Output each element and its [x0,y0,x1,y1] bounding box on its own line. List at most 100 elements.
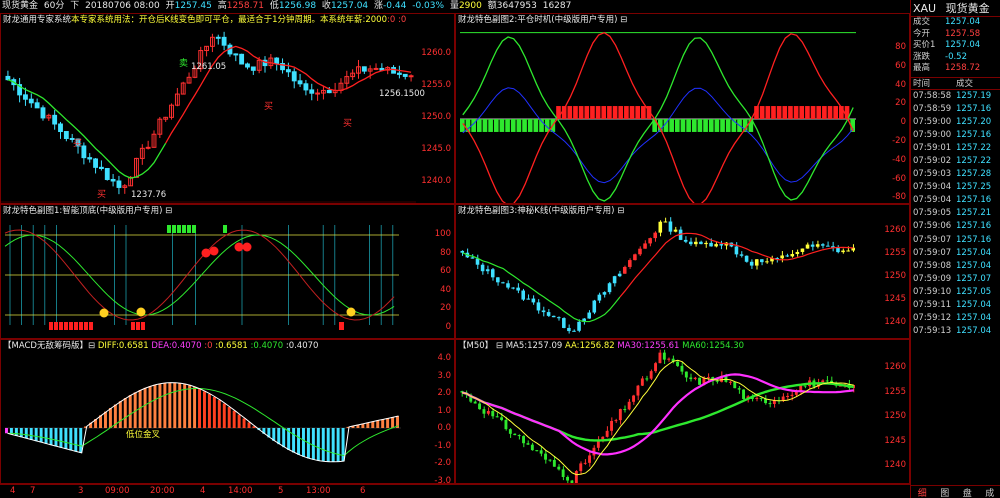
collapse-icon[interactable]: ⊟ [620,15,627,25]
signal-bar-red [601,106,607,119]
signal-bar-red [827,106,833,119]
candle-body [486,411,490,414]
tick-price: 1257.16 [956,234,992,245]
low-value: 1256.98 [278,1,317,11]
macd-panel[interactable]: 【MACD无敌筹码版】⊟ DIFF:0.6581 DEA:0.4070 :0 :… [0,339,455,484]
candle-body [699,241,703,245]
tick-price: 1257.04 [956,247,992,258]
candle-body [215,36,221,39]
tick-time: 07:59:04 [913,195,952,206]
bottom-signal-bar [49,322,53,330]
macd-extra-1: :0 [204,341,213,351]
candle-body [546,312,551,316]
signal-bar-red [776,106,782,119]
expert-system-rule: 本专家系统用法：开仓后K线变色即可平仓，最适合于1分钟周期。本系统年薪:2000 [71,15,387,25]
tick-price: 1257.04 [956,326,992,337]
candle-body [460,250,465,253]
quote-label: 今开 [913,28,931,39]
y-tick-label: 1260 [884,362,906,372]
macd-histogram-bar [24,428,28,439]
candle-body [544,453,547,460]
candle-body [556,317,561,319]
main-candlestick-panel[interactable]: 财龙通用专家系统本专家系统用法：开仓后K线变色即可平仓，最适合于1分钟周期。本系… [0,13,455,204]
x-tick-label: 13:00 [306,486,331,496]
candle-body [513,433,517,436]
volume-value: 2900 [458,1,482,11]
macd-histogram-bar [19,428,23,438]
macd-histogram-bar [336,428,340,462]
bottom-signal-bar [131,322,135,330]
signal-bar-red [635,106,641,119]
y-tick-label: 80 [895,42,906,52]
bottom-signal-bar [64,322,68,330]
candle-body [562,318,566,328]
collapse-icon[interactable]: ⊟ [165,206,172,216]
candle-body [490,269,495,278]
signal-bar-red [641,106,646,119]
candle-body [649,371,653,379]
candle-body [737,388,741,390]
candle-body [579,463,583,472]
quote-panel: XAU 现货黄金 成交 1257.04 今开 1257.58 买价1 1257.04 涨跌 -… [910,0,1000,498]
signal-bar-green [533,119,539,132]
y-tick-label: 1245 [884,294,906,304]
high-value: 1258.71 [226,1,264,11]
y-tick-label: 1240 [884,317,906,327]
ma-title-text: 【M50】 [458,341,494,351]
sell-signal: 卖 [179,58,188,69]
candle-body [297,80,303,85]
quote-header: XAU 现货黄金 [911,0,1000,17]
candle-body [663,221,668,223]
mystery-kline-panel[interactable]: 财龙特色副图3:神秘K线(中级版用户专用) ⊟ 1260 1255 1250 1245… [455,204,910,339]
x-tick-label: 14:00 [228,486,253,496]
candle-body [704,242,708,245]
smart-top-bottom-panel[interactable]: 财龙特色副图1:智能顶底(中级版用户专用) ⊟ 100 80 60 40 20 0 [0,204,455,339]
quote-tab[interactable]: 图 [940,486,949,498]
tick-time: 07:59:06 [913,221,952,232]
tick-row: 07:59:06 1257.16 [911,220,1000,233]
candle-body [506,283,510,288]
candle-body [841,250,845,253]
candle-body [627,401,631,410]
signal-bar-green [714,119,720,132]
signal-bar-red [799,106,805,119]
exit-timing-panel[interactable]: 财龙特色副图2:平仓时机(中级版用户专用) ⊟ 80 60 40 20 0 -20 -40 -… [455,13,910,204]
tick-list[interactable]: 07:58:58 1257.19 07:58:59 1257.16 07:59:00 12… [911,90,1000,339]
candle-body [588,455,591,463]
macd-extra-2: :0.6581 [215,341,248,351]
low-label: 低 [269,1,279,11]
quote-tab[interactable]: 细 [918,486,927,498]
change-percent: -0.03% [412,1,445,11]
candle-body [245,63,250,68]
collapse-icon[interactable]: ⊟ [496,341,503,351]
candle-body [810,244,815,247]
signal-bar-green [493,119,499,132]
period-label[interactable]: 60分 [44,1,64,11]
macd-histogram-bar [302,428,305,457]
candle-body [504,419,508,430]
macd-histogram-bar [123,398,127,428]
candle-body [552,459,556,467]
moving-average-panel[interactable]: 【M50】 ⊟ MA5:1257.09 AA:1256.82 MA30:1255… [455,339,910,484]
candle-body [765,261,769,263]
quote-tab[interactable]: 成 [985,486,994,498]
top-marker-icon [234,242,244,252]
tick-row: 07:59:07 1257.16 [911,234,1000,247]
candle-body [780,255,784,259]
candle-body [309,89,315,94]
expert-system-name: 财龙通用专家系统 [3,15,72,25]
time-x-axis: 4 7 3 09:00 20:00 4 14:00 5 13:00 6 [0,484,455,497]
tick-row: 07:59:10 1257.05 [911,286,1000,299]
collapse-icon[interactable]: ⊟ [617,206,624,216]
quote-tab[interactable]: 盘 [963,486,972,498]
y-tick-label: 100 [434,229,451,239]
collapse-icon[interactable]: ⊟ [88,341,95,351]
candle-body [517,435,521,437]
candle-body [482,409,486,414]
candle-body [825,380,829,382]
bottom-smile-icon [136,307,146,317]
candle-body [698,377,701,385]
signal-bar-green [686,119,691,132]
candle-body [592,300,597,313]
buy-signal: 买 [264,101,273,112]
